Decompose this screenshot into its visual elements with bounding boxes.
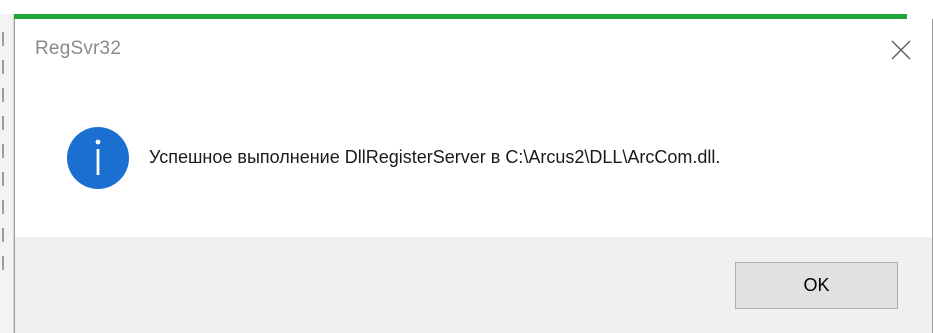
title-bar: RegSvr32 bbox=[15, 19, 932, 79]
close-icon bbox=[891, 40, 911, 60]
dialog-message: Успешное выполнение DllRegisterServer в … bbox=[149, 147, 721, 167]
dialog-footer: OK bbox=[15, 237, 932, 333]
background-window-top bbox=[0, 0, 933, 14]
background-window-text-fragments bbox=[2, 32, 10, 284]
ok-button[interactable]: OK bbox=[735, 262, 898, 309]
message-box-dialog: RegSvr32 Успешное выполнение DllRegister… bbox=[14, 19, 933, 333]
info-icon bbox=[67, 127, 129, 189]
close-button[interactable] bbox=[881, 33, 921, 67]
background-window-edge bbox=[0, 14, 14, 333]
dialog-title: RegSvr32 bbox=[35, 38, 122, 59]
dialog-content: Успешное выполнение DllRegisterServer в … bbox=[15, 79, 932, 237]
screen: RegSvr32 Успешное выполнение DllRegister… bbox=[0, 0, 933, 333]
